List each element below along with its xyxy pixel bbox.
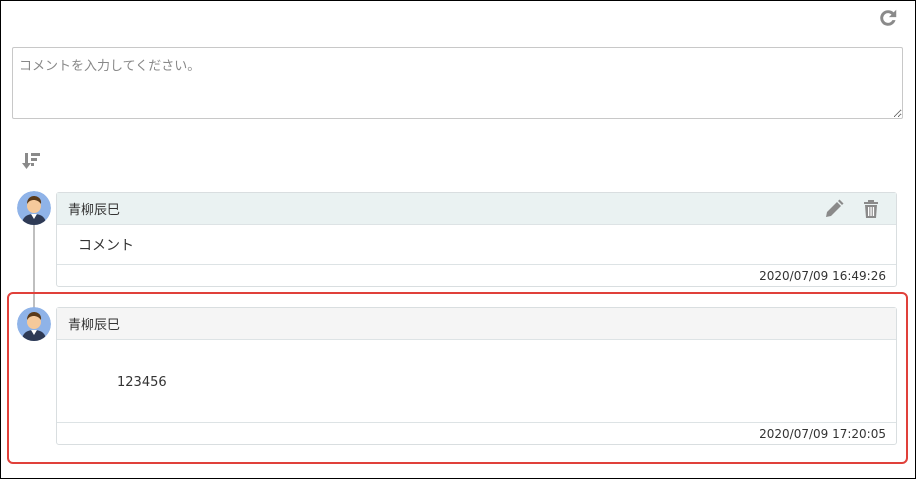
comment-body: コメント — [78, 238, 134, 254]
comment-body: 123456 — [117, 375, 167, 390]
comment-author: 青柳辰巳 — [68, 203, 121, 218]
user-avatar-icon — [17, 191, 51, 225]
comment-header: 青柳辰巳 — [57, 308, 896, 340]
comment-input[interactable] — [12, 47, 903, 119]
comment-timestamp: 2020/07/09 17:20:05 — [759, 427, 886, 441]
sort-descending-icon[interactable] — [22, 151, 42, 171]
refresh-icon[interactable] — [877, 7, 899, 29]
comment-card: 青柳辰巳 123456 2020/07/09 17:20:05 — [56, 307, 897, 445]
pencil-icon[interactable] — [824, 199, 844, 219]
comment-footer: 2020/07/09 17:20:05 — [57, 422, 896, 444]
comment-timestamp: 2020/07/09 16:49:26 — [759, 269, 886, 283]
user-avatar-icon — [17, 307, 51, 341]
avatar — [17, 307, 51, 341]
comment-footer: 2020/07/09 16:49:26 — [57, 264, 896, 286]
comment-header: 青柳辰巳 — [57, 193, 896, 225]
comment-card: 青柳辰巳 コメント 2020/07/09 16:49:26 — [56, 192, 897, 287]
avatar — [17, 191, 51, 225]
comment-author: 青柳辰巳 — [68, 318, 121, 333]
trash-icon[interactable] — [861, 199, 881, 219]
